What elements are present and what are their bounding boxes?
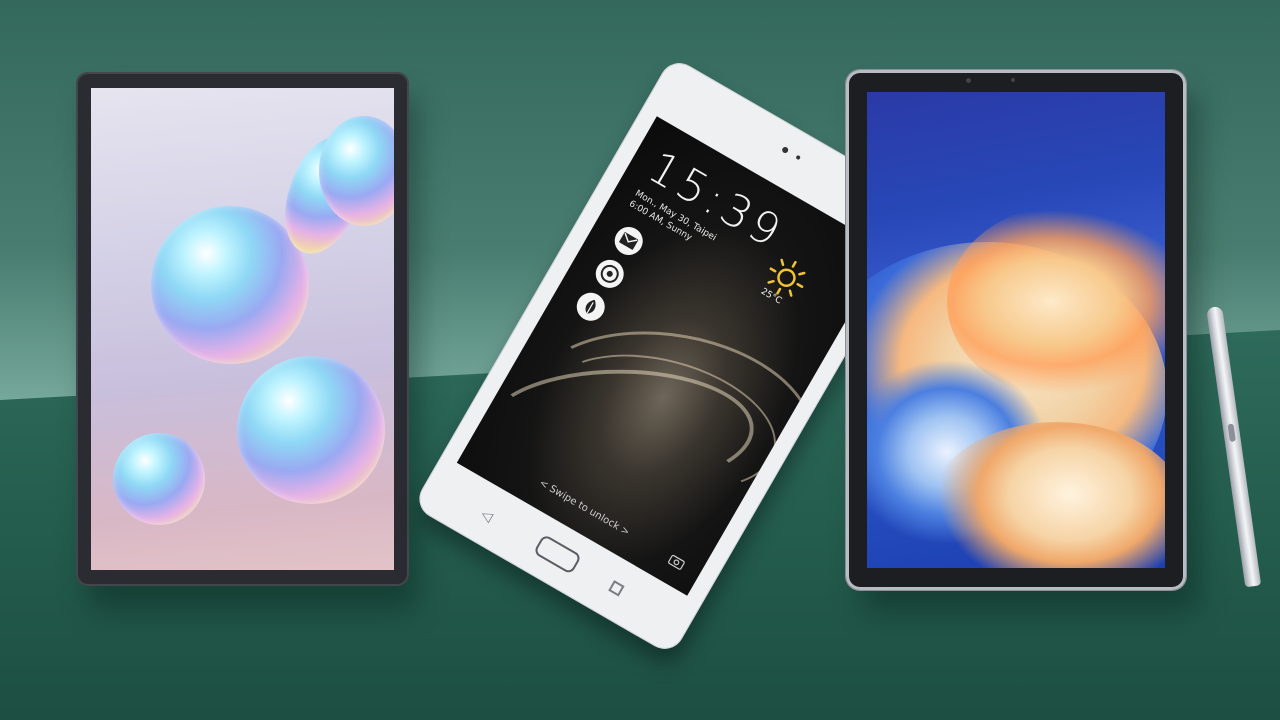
tablet-right [846,70,1186,590]
recent-apps-button[interactable] [608,580,625,597]
front-sensor-right [1011,78,1015,82]
bubble-large [151,206,309,364]
stylus-button [1227,423,1236,443]
product-scene: 15:39 Mon., May 30, Taipei 6:00 AM, Sunn… [0,0,1280,720]
back-button[interactable]: ◁ [478,505,496,525]
tablet-left-screen [91,88,394,570]
chrome-icon[interactable] [590,254,629,293]
lockscreen-clock: 15:39 [639,141,793,260]
tablet-left [76,72,409,586]
mail-icon[interactable] [609,221,648,261]
bubble-small [113,433,205,525]
tablet-right-screen [867,92,1165,568]
front-sensor [795,154,801,161]
bubble-medium [237,356,385,504]
front-camera [781,145,790,155]
home-button[interactable] [532,533,583,575]
front-camera-right [966,78,971,83]
leaf-icon[interactable] [571,287,610,326]
